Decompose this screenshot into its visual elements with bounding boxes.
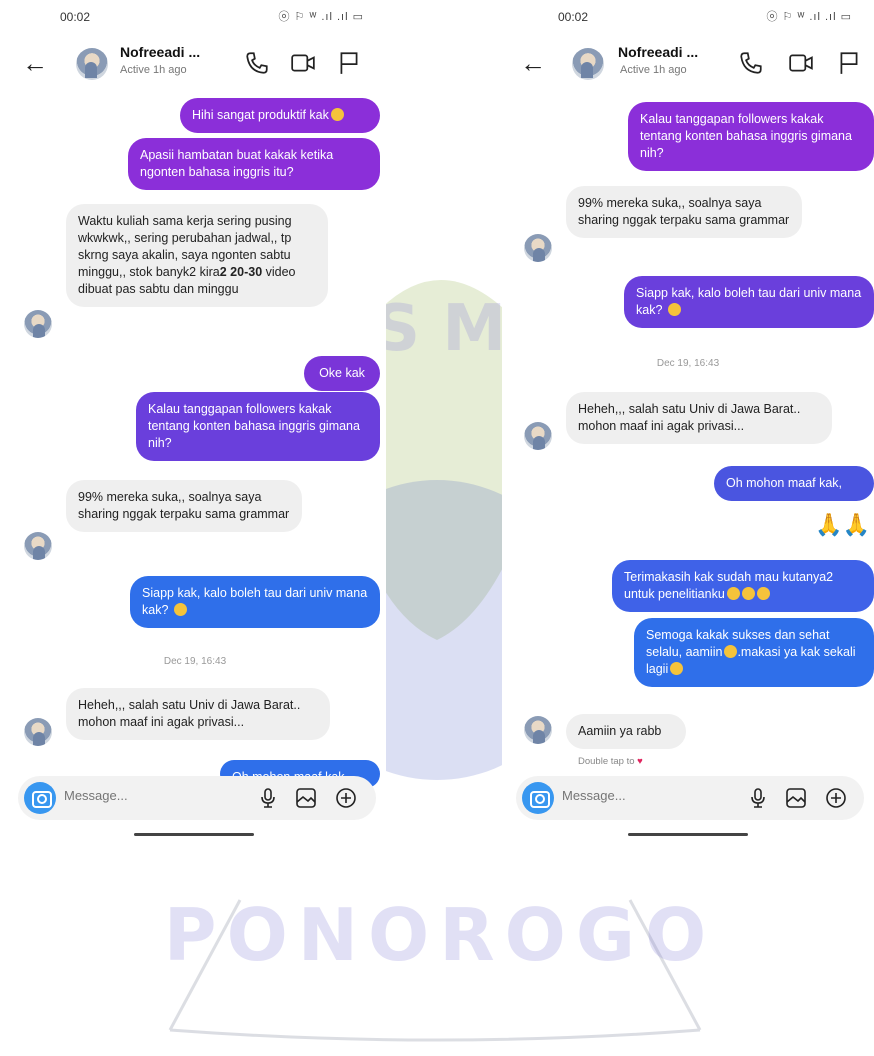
watermark-bottom-text: PONOROGO xyxy=(164,893,716,977)
status-time: 00:02 xyxy=(60,10,91,24)
add-circle-icon[interactable] xyxy=(334,786,358,810)
add-circle-icon[interactable] xyxy=(824,786,848,810)
microphone-icon[interactable] xyxy=(256,786,280,810)
status-time: 00:02 xyxy=(558,10,589,24)
home-indicator xyxy=(628,833,748,836)
message-outgoing[interactable]: Kalau tanggapan followers kakak tentang … xyxy=(628,102,874,171)
message-timestamp: Dec 19, 16:43 xyxy=(163,656,227,667)
contact-status: Active 1h ago xyxy=(120,64,187,76)
contact-name[interactable]: Nofreeadi ... xyxy=(618,44,698,60)
message-outgoing[interactable]: Terimakasih kak sudah mau kutanya2 untuk… xyxy=(612,560,874,612)
emoji-icon xyxy=(726,587,740,600)
avatar[interactable] xyxy=(76,48,108,80)
avatar xyxy=(24,718,52,746)
double-tap-text: Double tap to xyxy=(578,756,635,767)
camera-icon[interactable] xyxy=(522,782,554,814)
message-bold-text: 2 20-30 xyxy=(219,265,263,279)
emoji-icon xyxy=(756,587,770,600)
video-call-icon[interactable] xyxy=(788,50,814,76)
watermark-top-text: S M xyxy=(374,292,506,366)
phone-call-icon[interactable] xyxy=(244,50,270,76)
message-incoming[interactable]: Waktu kuliah sama kerja sering pusing wk… xyxy=(66,204,328,307)
flag-icon[interactable] xyxy=(336,50,362,76)
message-composer xyxy=(516,776,864,820)
message-outgoing[interactable]: Siapp kak, kalo boleh tau dari univ mana… xyxy=(130,576,380,628)
message-input[interactable] xyxy=(562,788,702,803)
gallery-icon[interactable] xyxy=(294,786,318,810)
message-outgoing[interactable]: Hihi sangat produktif kak xyxy=(180,98,380,133)
avatar[interactable] xyxy=(572,48,604,80)
message-outgoing[interactable]: Oh mohon maaf kak, xyxy=(714,466,874,501)
message-thread: Kalau tanggapan followers kakak tentang … xyxy=(502,92,874,776)
message-text: Hihi sangat produktif kak xyxy=(192,108,329,122)
message-incoming[interactable]: Aamiin ya rabb xyxy=(566,714,686,749)
video-call-icon[interactable] xyxy=(290,50,316,76)
message-incoming[interactable]: 99% mereka suka,, soalnya saya sharing n… xyxy=(566,186,802,238)
message-outgoing[interactable]: Apasii hambatan buat kakak ketika ngonte… xyxy=(128,138,380,190)
emoji-icon xyxy=(741,587,755,600)
avatar xyxy=(524,716,552,744)
home-indicator xyxy=(134,833,254,836)
contact-name[interactable]: Nofreeadi ... xyxy=(120,44,200,60)
flag-icon[interactable] xyxy=(836,50,862,76)
message-outgoing[interactable]: Semoga kakak sukses dan sehat selalu, aa… xyxy=(634,618,874,687)
back-arrow-icon[interactable]: ← xyxy=(520,50,546,76)
double-tap-hint: Double tap to ♥ xyxy=(578,756,643,767)
camera-icon[interactable] xyxy=(24,782,56,814)
status-bar: 00:02 ⓞ ⚐ ᵂ .ıl .ıl ▭ xyxy=(4,0,386,36)
emoji-icon xyxy=(667,303,681,316)
praying-hands-emoji[interactable]: 🙏🙏 xyxy=(815,512,870,538)
status-bar: 00:02 ⓞ ⚐ ᵂ .ıl .ıl ▭ xyxy=(502,0,874,36)
phone-screenshot-left: 00:02 ⓞ ⚐ ᵂ .ıl .ıl ▭ ← Nofreeadi ... Ac… xyxy=(4,0,386,840)
message-timestamp: Dec 19, 16:43 xyxy=(656,358,720,369)
chat-header: ← Nofreeadi ... Active 1h ago xyxy=(4,40,386,90)
message-incoming[interactable]: Heheh,,, salah satu Univ di Jawa Barat..… xyxy=(566,392,832,444)
avatar xyxy=(524,234,552,262)
message-incoming[interactable]: Heheh,,, salah satu Univ di Jawa Barat..… xyxy=(66,688,330,740)
message-thread: Hihi sangat produktif kak Apasii hambata… xyxy=(4,92,386,788)
emoji-icon xyxy=(724,645,738,658)
message-outgoing[interactable]: Siapp kak, kalo boleh tau dari univ mana… xyxy=(624,276,874,328)
avatar xyxy=(524,422,552,450)
gallery-icon[interactable] xyxy=(784,786,808,810)
phone-call-icon[interactable] xyxy=(738,50,764,76)
message-input[interactable] xyxy=(64,788,204,803)
contact-status: Active 1h ago xyxy=(620,64,687,76)
emoji-icon xyxy=(173,603,187,616)
avatar xyxy=(24,532,52,560)
status-icons: ⓞ ⚐ ᵂ .ıl .ıl ▭ xyxy=(766,11,852,23)
avatar xyxy=(24,310,52,338)
emoji-icon xyxy=(670,662,684,675)
status-icons: ⓞ ⚐ ᵂ .ıl .ıl ▭ xyxy=(278,11,364,23)
emoji-icon xyxy=(330,108,344,121)
microphone-icon[interactable] xyxy=(746,786,770,810)
chat-header: ← Nofreeadi ... Active 1h ago xyxy=(502,40,874,90)
back-arrow-icon[interactable]: ← xyxy=(22,50,48,76)
message-outgoing[interactable]: Kalau tanggapan followers kakak tentang … xyxy=(136,392,380,461)
message-outgoing[interactable]: Oke kak xyxy=(304,356,380,391)
phone-screenshot-right: 00:02 ⓞ ⚐ ᵂ .ıl .ıl ▭ ← Nofreeadi ... Ac… xyxy=(502,0,874,840)
message-composer xyxy=(18,776,376,820)
message-incoming[interactable]: 99% mereka suka,, soalnya saya sharing n… xyxy=(66,480,302,532)
heart-icon: ♥ xyxy=(637,756,643,767)
